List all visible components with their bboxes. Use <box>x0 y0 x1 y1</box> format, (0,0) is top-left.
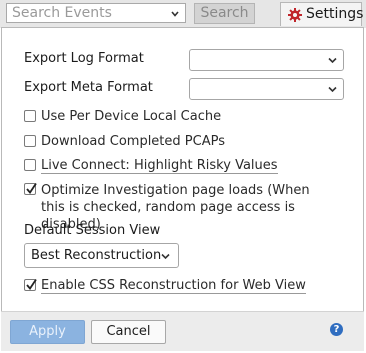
default-session-view-value: Best Reconstruction <box>31 248 162 263</box>
search-button[interactable]: Search <box>194 3 255 24</box>
settings-panel: Export Log Format Export Meta Format Use… <box>1 27 364 351</box>
export-log-format-select[interactable] <box>189 49 344 71</box>
live-connect-checkbox[interactable] <box>24 159 36 171</box>
local-cache-checkbox[interactable] <box>24 110 36 122</box>
export-meta-format-label: Export Meta Format <box>24 80 153 95</box>
chevron-down-icon <box>161 253 170 260</box>
settings-button[interactable]: Settings <box>280 2 364 26</box>
export-meta-format-select[interactable] <box>189 78 344 100</box>
download-pcaps-checkbox[interactable] <box>24 135 36 147</box>
css-reconstruction-label: Enable CSS Reconstruction for Web View <box>41 278 306 294</box>
css-reconstruction-checkbox[interactable] <box>24 279 37 291</box>
export-log-format-label: Export Log Format <box>24 51 144 66</box>
help-icon[interactable]: ? <box>330 323 343 336</box>
settings-button-label: Settings <box>306 6 364 22</box>
apply-button[interactable]: Apply <box>10 320 85 344</box>
chevron-down-icon <box>328 86 337 93</box>
toolbar: Search Events Search Settings <box>0 0 366 28</box>
chevron-down-icon <box>171 11 179 17</box>
download-pcaps-label: Download Completed PCAPs <box>41 134 225 149</box>
default-session-view-select[interactable]: Best Reconstruction <box>24 243 179 268</box>
optimize-loads-checkbox[interactable] <box>24 183 37 195</box>
search-events-select[interactable]: Search Events <box>6 3 186 23</box>
live-connect-label: Live Connect: Highlight Risky Values <box>41 158 278 174</box>
search-events-placeholder: Search Events <box>12 5 112 21</box>
gear-icon <box>288 8 302 22</box>
chevron-down-icon <box>328 57 337 64</box>
settings-footer: Apply Cancel ? <box>1 311 364 351</box>
cancel-button[interactable]: Cancel <box>91 320 166 344</box>
checkmark-icon <box>26 183 37 194</box>
local-cache-label: Use Per Device Local Cache <box>41 109 222 124</box>
default-session-view-label: Default Session View <box>24 223 161 238</box>
checkmark-icon <box>26 279 37 290</box>
